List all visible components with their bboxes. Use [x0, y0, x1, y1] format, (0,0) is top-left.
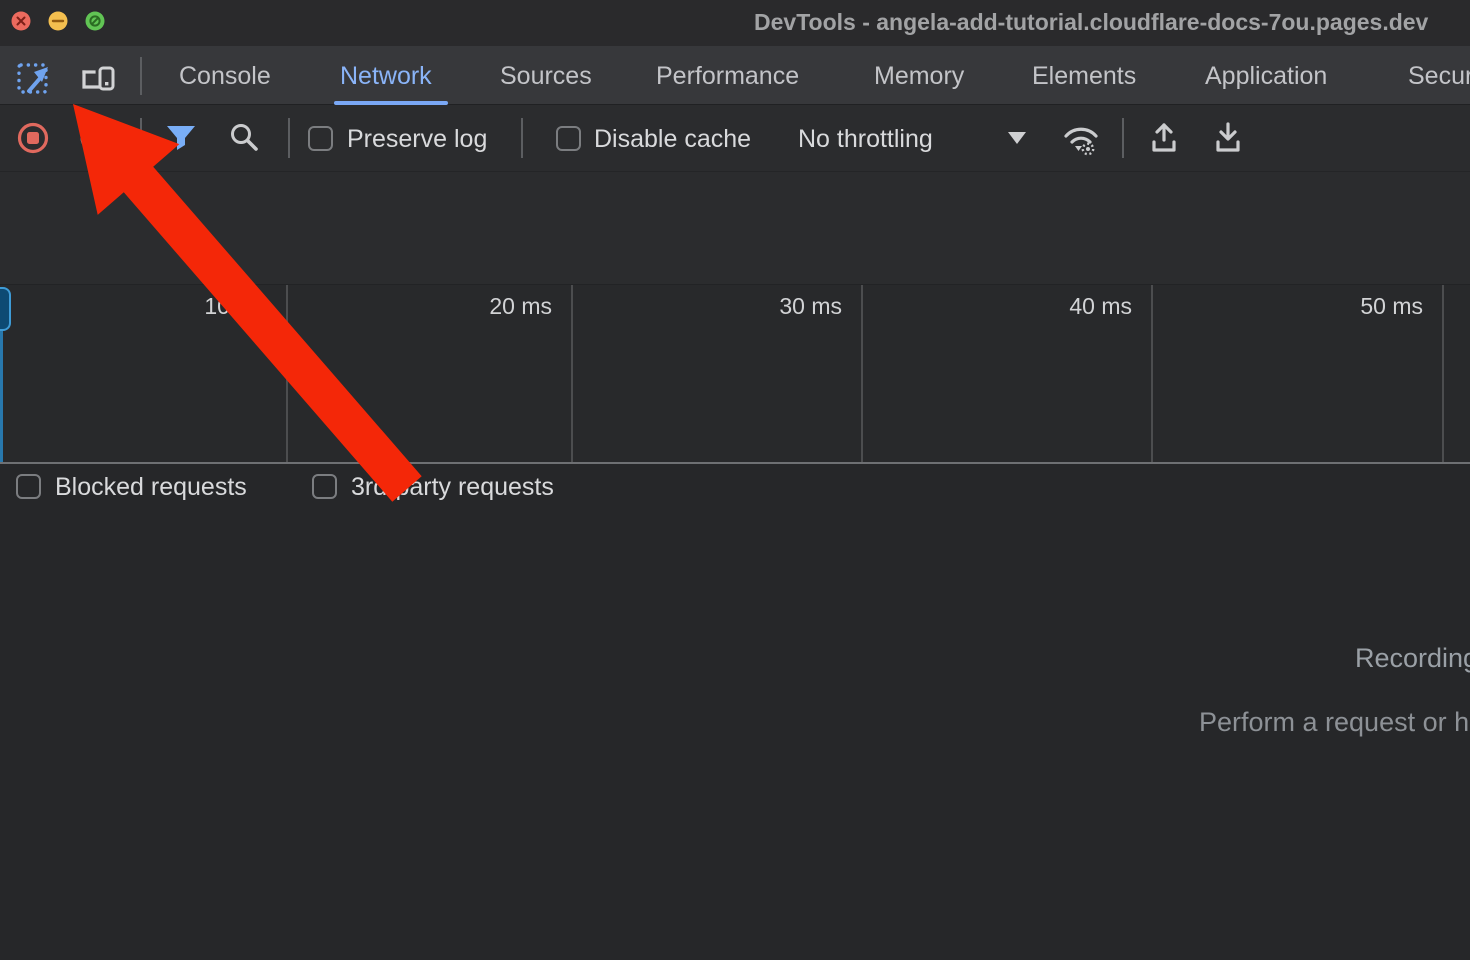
- timeline-gridline: [286, 285, 288, 462]
- tab-memory[interactable]: Memory: [874, 62, 964, 91]
- inspect-element-icon[interactable]: [14, 58, 56, 100]
- tabbar-separator: [140, 57, 142, 95]
- overview-window-left-edge: [0, 331, 3, 462]
- timeline-tick-label: 20 ms: [432, 293, 552, 320]
- timeline-tick-label: 30 ms: [722, 293, 842, 320]
- network-overview-timeline[interactable]: 10 ms 20 ms 30 ms 40 ms 50 ms: [0, 285, 1470, 462]
- search-icon[interactable]: [227, 121, 261, 155]
- toolbar-separator: [521, 118, 523, 158]
- disable-cache-checkbox[interactable]: [556, 126, 581, 151]
- timeline-gridline: [1442, 285, 1444, 462]
- toolbar-separator: [140, 118, 142, 158]
- network-filter-funnel-icon[interactable]: [164, 121, 198, 155]
- timeline-gridline: [571, 285, 573, 462]
- close-window-icon[interactable]: [12, 12, 31, 31]
- tab-console[interactable]: Console: [179, 62, 271, 91]
- toolbar-separator: [1122, 118, 1124, 158]
- tab-security[interactable]: Security: [1408, 62, 1470, 91]
- zoom-window-icon[interactable]: [86, 12, 105, 31]
- toolbar-separator: [288, 118, 290, 158]
- title-bar: DevTools - angela-add-tutorial.cloudflar…: [0, 0, 1470, 46]
- empty-state-hint-text: Perform a request or hit ⌘ R to record t…: [1199, 707, 1470, 738]
- timeline-gridline: [861, 285, 863, 462]
- preserve-log-label: Preserve log: [347, 125, 487, 154]
- timeline-bottom-border: [0, 462, 1470, 464]
- tab-performance[interactable]: Performance: [656, 62, 799, 91]
- network-filter-row: Filter Invert Hide data URLs Hide extens…: [0, 172, 1470, 230]
- empty-state-recording-text: Recording network activity…: [1355, 643, 1470, 674]
- chevron-down-icon[interactable]: [1008, 132, 1026, 144]
- blocked-requests-checkbox[interactable]: [16, 474, 41, 499]
- toggle-device-toolbar-icon[interactable]: [76, 58, 120, 100]
- preserve-log-checkbox[interactable]: [308, 126, 333, 151]
- clear-network-log-icon[interactable]: [78, 122, 110, 154]
- blocked-requests-label: Blocked requests: [55, 473, 247, 502]
- tab-sources[interactable]: Sources: [500, 62, 592, 91]
- tab-elements[interactable]: Elements: [1032, 62, 1136, 91]
- timeline-tick-label: 10 ms: [147, 293, 267, 320]
- network-toolbar: Preserve log Disable cache No throttling: [0, 105, 1470, 172]
- timeline-tick-label: 40 ms: [1012, 293, 1132, 320]
- network-conditions-icon[interactable]: [1058, 114, 1104, 160]
- third-party-requests-checkbox[interactable]: [312, 474, 337, 499]
- overview-window-left-handle[interactable]: [0, 287, 11, 331]
- timeline-gridline: [1151, 285, 1153, 462]
- disable-cache-label: Disable cache: [594, 125, 751, 154]
- export-har-download-icon[interactable]: [1209, 119, 1247, 157]
- devtools-tab-bar: Console Network Sources Performance Memo…: [0, 46, 1470, 105]
- timeline-tick-label: 50 ms: [1303, 293, 1423, 320]
- throttling-select-value[interactable]: No throttling: [798, 125, 933, 154]
- network-filter-row-2: Blocked requests 3rd-party requests: [0, 230, 1470, 285]
- stop-recording-icon[interactable]: [15, 120, 51, 156]
- tab-network[interactable]: Network: [340, 62, 432, 91]
- minimize-window-icon[interactable]: [49, 12, 68, 31]
- third-party-requests-label: 3rd-party requests: [351, 473, 554, 502]
- tab-application[interactable]: Application: [1205, 62, 1327, 91]
- import-har-upload-icon[interactable]: [1145, 119, 1183, 157]
- window-title: DevTools - angela-add-tutorial.cloudflar…: [754, 9, 1428, 36]
